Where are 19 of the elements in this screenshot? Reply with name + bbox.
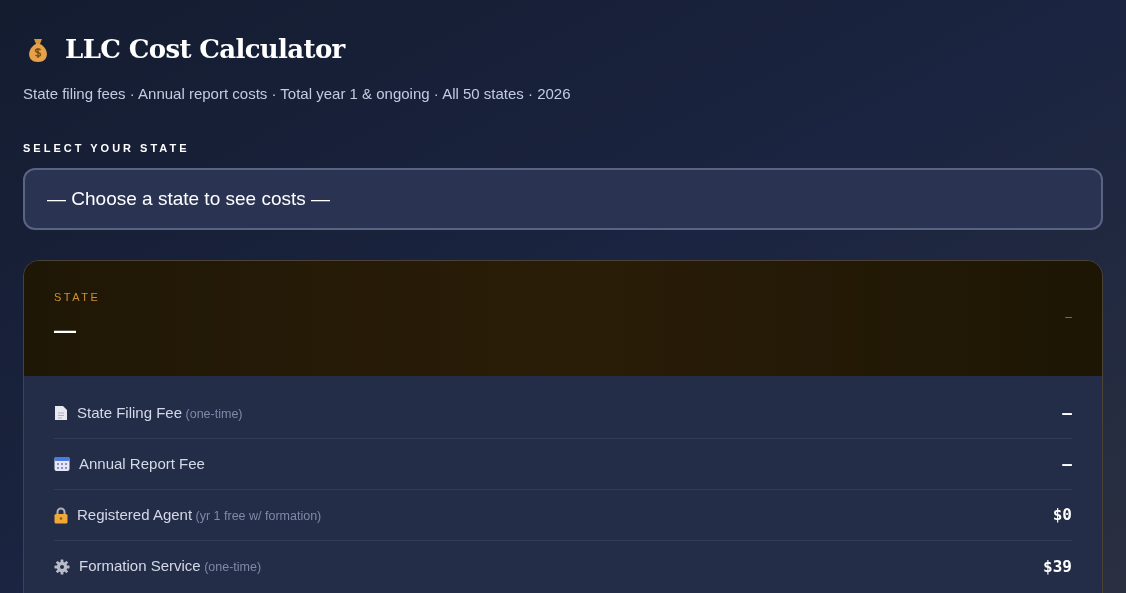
field-label: SELECT YOUR STATE xyxy=(23,140,191,156)
fee-label: State Filing Fee (one-time) xyxy=(77,402,243,423)
calendar-icon xyxy=(54,456,70,472)
fee-value: $0 xyxy=(1052,504,1072,526)
fee-value: – xyxy=(1062,453,1072,475)
fee-label: Registered Agent (yr 1 free w/ formation) xyxy=(77,504,322,525)
fee-value: – xyxy=(1062,402,1072,424)
state-code-text: – xyxy=(1065,311,1072,323)
lock-icon xyxy=(54,506,68,524)
state-select[interactable]: — Choose a state to see costs — xyxy=(23,168,1103,230)
gear-icon xyxy=(54,558,70,575)
state-label: STATE xyxy=(54,290,101,305)
fee-label: Formation Service (one-time) xyxy=(79,556,262,577)
fee-label: Annual Report Fee xyxy=(79,453,205,474)
state-name: — xyxy=(54,319,77,342)
document-icon xyxy=(54,405,68,421)
fee-value: $39 xyxy=(1043,555,1072,578)
page-subtitle: State filing fees · Annual report costs · Total year 1 & ongoing · All 50 states · 2026 xyxy=(23,84,572,104)
page-title: LLC Cost Calculator xyxy=(65,33,345,66)
